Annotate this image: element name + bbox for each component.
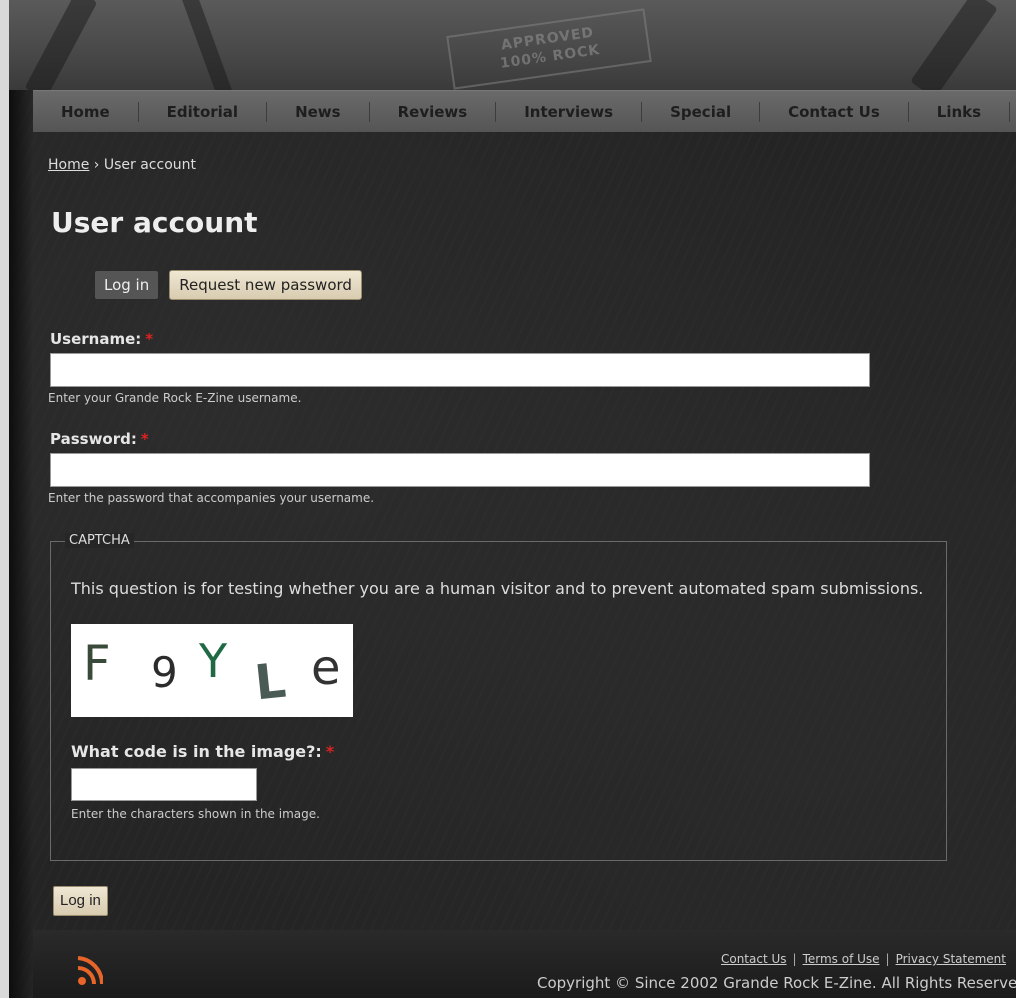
password-label-text: Password: bbox=[50, 430, 137, 448]
captcha-char: e bbox=[311, 640, 341, 696]
captcha-answer-input[interactable] bbox=[71, 768, 257, 801]
username-field[interactable] bbox=[50, 353, 870, 387]
page-shadow-edge bbox=[9, 0, 33, 998]
breadcrumb: Home › User account bbox=[48, 157, 196, 173]
captcha-image: F 9 Y L e bbox=[71, 624, 353, 717]
banner-decoration bbox=[910, 0, 998, 90]
window-left-edge bbox=[0, 0, 9, 998]
captcha-legend: CAPTCHA bbox=[65, 533, 134, 548]
breadcrumb-home-link[interactable]: Home bbox=[48, 157, 89, 173]
footer-link-terms-of-use[interactable]: Terms of Use bbox=[803, 952, 880, 966]
footer: Contact Us | Terms of Use | Privacy Statemen… bbox=[33, 930, 1016, 998]
nav-news[interactable]: News bbox=[267, 101, 370, 122]
breadcrumb-current: User account bbox=[103, 157, 196, 173]
captcha-char: Y bbox=[199, 634, 228, 688]
rss-icon[interactable] bbox=[75, 948, 103, 988]
nav-links[interactable]: Links bbox=[909, 101, 1011, 122]
captcha-char: 9 bbox=[151, 648, 178, 697]
captcha-char: F bbox=[83, 636, 111, 692]
captcha-char: L bbox=[252, 652, 289, 712]
nav-contact-us[interactable]: Contact Us bbox=[760, 101, 909, 122]
footer-separator: | bbox=[792, 952, 797, 966]
nav-editorial[interactable]: Editorial bbox=[139, 101, 268, 122]
nav-interviews[interactable]: Interviews bbox=[496, 101, 643, 122]
required-marker: * bbox=[325, 742, 335, 761]
captcha-question-label: What code is in the image?: * bbox=[71, 742, 334, 761]
captcha-question-text: What code is in the image?: bbox=[71, 742, 322, 761]
page-title: User account bbox=[51, 206, 258, 239]
account-tabs: Log in Request new password bbox=[94, 270, 362, 300]
footer-separator: | bbox=[885, 952, 890, 966]
nav-special[interactable]: Special bbox=[642, 101, 761, 122]
captcha-description: This question is for testing whether you… bbox=[71, 579, 924, 598]
breadcrumb-separator: › bbox=[93, 157, 100, 173]
username-description: Enter your Grande Rock E-Zine username. bbox=[48, 391, 302, 405]
captcha-hint: Enter the characters shown in the image. bbox=[71, 807, 320, 821]
banner-decoration bbox=[180, 0, 234, 90]
nav-reviews[interactable]: Reviews bbox=[370, 101, 497, 122]
log-in-button[interactable]: Log in bbox=[53, 886, 108, 916]
username-label-text: Username: bbox=[50, 330, 142, 348]
username-label: Username: * bbox=[50, 330, 153, 348]
password-field[interactable] bbox=[50, 453, 870, 487]
footer-link-contact-us[interactable]: Contact Us bbox=[721, 952, 787, 966]
nav-home[interactable]: Home bbox=[33, 101, 139, 122]
password-description: Enter the password that accompanies your… bbox=[48, 491, 375, 505]
password-label: Password: * bbox=[50, 430, 149, 448]
footer-links: Contact Us | Terms of Use | Privacy Statemen… bbox=[721, 952, 1006, 966]
tab-log-in[interactable]: Log in bbox=[94, 270, 160, 300]
required-marker: * bbox=[145, 330, 154, 348]
captcha-fieldset: CAPTCHA This question is for testing whe… bbox=[50, 533, 947, 861]
footer-link-privacy-statement[interactable]: Privacy Statement bbox=[896, 952, 1006, 966]
required-marker: * bbox=[140, 430, 149, 448]
main-nav: Home Editorial News Reviews Interviews S… bbox=[33, 90, 1016, 132]
tab-request-new-password[interactable]: Request new password bbox=[169, 270, 362, 300]
approved-stamp-logo: APPROVED 100% ROCK bbox=[446, 8, 652, 90]
header-banner: APPROVED 100% ROCK bbox=[9, 0, 1016, 90]
banner-decoration bbox=[24, 0, 98, 90]
copyright-text: Copyright © Since 2002 Grande Rock E-Zin… bbox=[537, 974, 1016, 992]
page: APPROVED 100% ROCK Home Editorial News R… bbox=[9, 0, 1016, 998]
